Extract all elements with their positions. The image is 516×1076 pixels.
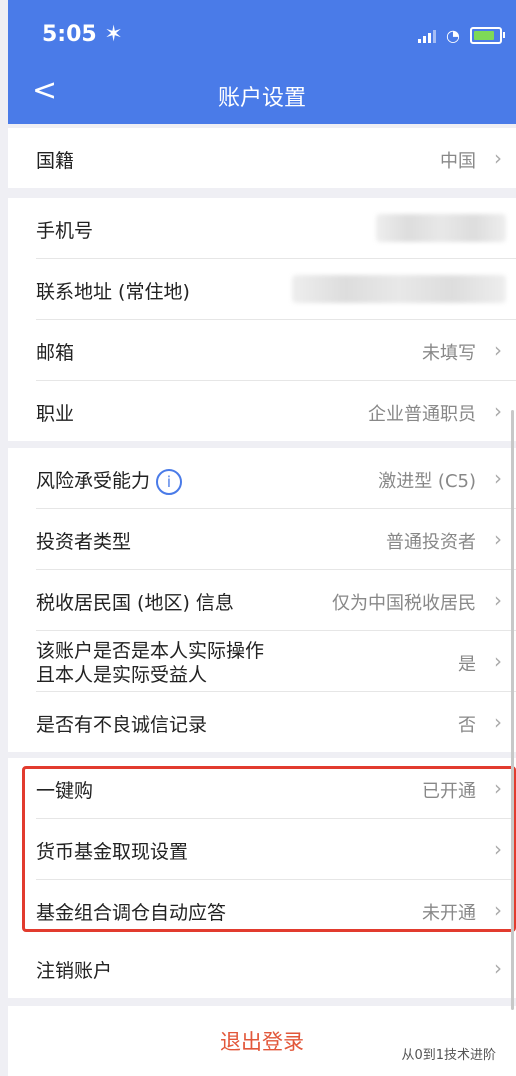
- value: 普通投资者: [386, 532, 476, 553]
- status-icons: ◔: [418, 26, 505, 45]
- chevron-right-icon: ›: [494, 146, 502, 170]
- phone-screen: 5:05 ✶ ◔ < 账户设置 国籍 中国 › 手机号 联系地址 (常住地) 邮…: [8, 0, 516, 1076]
- wifi-icon: ◔: [446, 26, 460, 45]
- chevron-right-icon: ›: [494, 649, 502, 673]
- chevron-right-icon: ›: [494, 527, 502, 551]
- row-phone[interactable]: 手机号: [36, 198, 516, 259]
- row-investor-type[interactable]: 投资者类型 普通投资者 ›: [36, 509, 516, 570]
- row-address[interactable]: 联系地址 (常住地): [36, 259, 516, 320]
- info-icon[interactable]: i: [156, 468, 183, 495]
- label: 是否有不良诚信记录: [36, 714, 208, 736]
- page-title: 账户设置: [217, 86, 306, 111]
- value: 否: [458, 715, 476, 736]
- row-nationality[interactable]: 国籍 中国 ›: [36, 128, 516, 188]
- top-bar: 5:05 ✶ ◔ < 账户设置: [8, 0, 516, 124]
- label: 邮箱: [36, 342, 75, 364]
- highlight-box: [22, 766, 516, 932]
- group-contact: 手机号 联系地址 (常住地) 邮箱 未填写 › 职业 企业普通职员 ›: [8, 198, 516, 441]
- chevron-right-icon: ›: [494, 710, 502, 734]
- label: 风险承受能力 i: [36, 466, 183, 495]
- battery-icon: [470, 27, 505, 44]
- label: 联系地址 (常住地): [36, 281, 190, 303]
- label: 税收居民国 (地区) 信息: [36, 592, 234, 614]
- chevron-right-icon: ›: [494, 399, 502, 423]
- watermark: 从0到1技术进阶: [401, 1048, 496, 1063]
- label: 国籍: [36, 150, 75, 172]
- label: 该账户是否是本人实际操作 且本人是实际受益人: [36, 640, 265, 686]
- label: 投资者类型: [36, 531, 132, 553]
- group-investment: 风险承受能力 i 激进型 (C5) › 投资者类型 普通投资者 › 税收居民国 (…: [8, 448, 516, 752]
- row-credit[interactable]: 是否有不良诚信记录 否 ›: [36, 692, 516, 752]
- value: 未填写: [422, 343, 476, 364]
- value: 是: [458, 654, 476, 675]
- row-cancel-account[interactable]: 注销账户 ›: [36, 938, 516, 998]
- chevron-right-icon: ›: [494, 338, 502, 362]
- chevron-right-icon: ›: [494, 956, 502, 980]
- group-nationality: 国籍 中国 ›: [8, 128, 516, 188]
- scrollbar[interactable]: [511, 410, 514, 1010]
- logout-button[interactable]: 退出登录: [8, 1006, 516, 1076]
- row-tax[interactable]: 税收居民国 (地区) 信息 仅为中国税收居民 ›: [36, 570, 516, 631]
- chevron-right-icon: ›: [494, 588, 502, 612]
- row-risk[interactable]: 风险承受能力 i 激进型 (C5) ›: [36, 448, 516, 509]
- value: 企业普通职员: [368, 404, 476, 425]
- row-email[interactable]: 邮箱 未填写 ›: [36, 320, 516, 381]
- chevron-right-icon: ›: [494, 466, 502, 490]
- masked-value: [292, 275, 506, 303]
- row-job[interactable]: 职业 企业普通职员 ›: [36, 381, 516, 441]
- label: 手机号: [36, 220, 94, 242]
- signal-icon: [418, 29, 437, 43]
- masked-value: [376, 214, 506, 242]
- value: 激进型 (C5): [378, 471, 476, 492]
- value: 仅为中国税收居民: [332, 593, 476, 614]
- label: 职业: [36, 403, 75, 425]
- row-owner[interactable]: 该账户是否是本人实际操作 且本人是实际受益人 是 ›: [36, 631, 516, 692]
- status-time: 5:05 ✶: [42, 22, 123, 47]
- value: 中国: [440, 151, 476, 172]
- label: 注销账户: [36, 960, 113, 982]
- group-cancel: 注销账户 ›: [8, 938, 516, 998]
